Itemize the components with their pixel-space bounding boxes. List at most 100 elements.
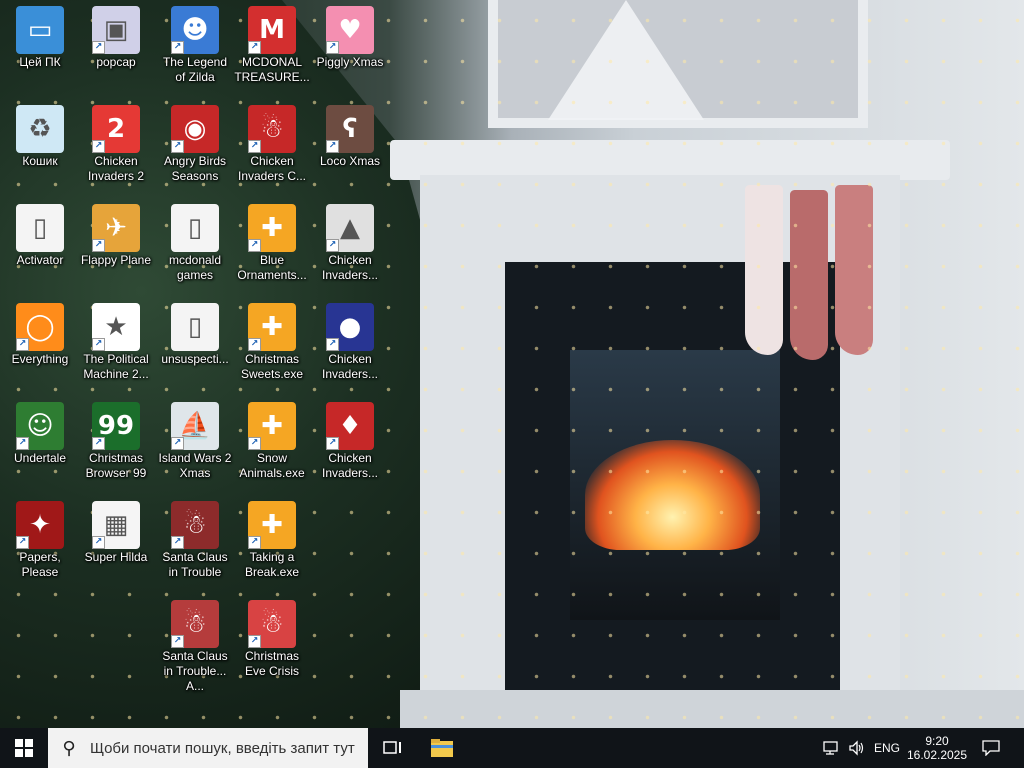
angry-birds-icon: ◉ ↗ — [171, 105, 219, 153]
desktop-icon-label: Flappy Plane — [80, 253, 152, 267]
desktop-icon[interactable]: ★ ↗ The Political Machine 2... — [78, 297, 154, 382]
desktop-icon-label: Blue Ornaments... — [237, 253, 307, 282]
puzzle-exe-icon: ✚ ↗ — [248, 204, 296, 252]
desktop-icon[interactable]: ⛵ ↗ Island Wars 2 Xmas — [157, 396, 233, 481]
file-icon: ▯ — [16, 204, 64, 252]
network-button[interactable] — [820, 728, 842, 768]
shortcut-arrow-icon: ↗ — [171, 536, 184, 549]
desktop-icon[interactable]: ☃ ↗ Santa Claus in Trouble... A... — [157, 594, 233, 694]
desktop-icon[interactable]: ▲ ↗ Chicken Invaders... — [312, 198, 388, 283]
desktop-icon[interactable]: ✦ ↗ Papers, Please — [2, 495, 78, 580]
desktop-icon-label: Santa Claus in Trouble — [162, 550, 228, 579]
desktop-icon[interactable]: ♦ ↗ Chicken Invaders... — [312, 396, 388, 481]
action-center-button[interactable] — [976, 728, 1006, 768]
desktop-icon-label: Santa Claus in Trouble... A... — [162, 649, 228, 693]
puzzle-exe-icon: ✚ ↗ — [248, 501, 296, 549]
clock-time: 9:20 — [925, 734, 949, 748]
desktop-icon[interactable]: 2 ↗ Chicken Invaders 2 — [78, 99, 154, 184]
desktop-icon[interactable]: ✚ ↗ Blue Ornaments... — [234, 198, 310, 283]
desktop-icon[interactable]: ✚ ↗ Snow Animals.exe — [234, 396, 310, 481]
shortcut-arrow-icon: ↗ — [326, 338, 339, 351]
desktop-icon[interactable]: ʕ ↗ Loco Xmas — [312, 99, 388, 169]
popcap-icon: ▣ ↗ — [92, 6, 140, 54]
shortcut-arrow-icon: ↗ — [326, 437, 339, 450]
shortcut-arrow-icon: ↗ — [326, 239, 339, 252]
shortcut-arrow-icon: ↗ — [16, 437, 29, 450]
desktop-icon[interactable]: ☻ ↗ The Legend of Zilda — [157, 0, 233, 85]
folder-icon — [431, 739, 453, 757]
desktop-icon[interactable]: ● ↗ Chicken Invaders... — [312, 297, 388, 382]
chicken-invaders-icon: ♦ ↗ — [326, 402, 374, 450]
desktop-icon[interactable]: ✚ ↗ Taking a Break.exe — [234, 495, 310, 580]
desktop-icon[interactable]: ▯ Activator — [2, 198, 78, 268]
shortcut-arrow-icon: ↗ — [16, 536, 29, 549]
desktop-icon[interactable]: ▯ mcdonald games — [157, 198, 233, 283]
volume-button[interactable] — [845, 728, 869, 768]
desktop-icon[interactable]: ☃ ↗ Santa Claus in Trouble — [157, 495, 233, 580]
taskbar-search-box[interactable]: ⚲ Щоби почати пошук, введіть запит тут — [48, 728, 368, 768]
christmas-tree-icon: 99 ↗ — [92, 402, 140, 450]
zilda-icon: ☻ ↗ — [171, 6, 219, 54]
desktop-icon-label: Chicken Invaders... — [321, 451, 379, 480]
chicken-invaders-icon: ● ↗ — [326, 303, 374, 351]
desktop-icon-label: Undertale — [13, 451, 67, 465]
chicken-invaders-icon: 2 ↗ — [92, 105, 140, 153]
puzzle-exe-icon: ✚ ↗ — [248, 303, 296, 351]
desktop[interactable]: ▭ Цей ПК ♻ Кошик ▯ Activator ◯ ↗ Everything ☺ ↗ Und… — [0, 0, 1024, 728]
papers-please-icon: ✦ ↗ — [16, 501, 64, 549]
desktop-icon[interactable]: ✚ ↗ Christmas Sweets.exe — [234, 297, 310, 382]
clock[interactable]: 9:20 16.02.2025 — [905, 728, 969, 768]
file-icon: ▯ — [171, 303, 219, 351]
desktop-icon[interactable]: ✈ ↗ Flappy Plane — [78, 198, 154, 268]
desktop-icon-label: Angry Birds Seasons — [163, 154, 227, 183]
desktop-icon-label: Snow Animals.exe — [239, 451, 305, 480]
desktop-icon[interactable]: ▭ Цей ПК — [2, 0, 78, 70]
desktop-icon[interactable]: ♥ ↗ Piggly Xmas — [312, 0, 388, 70]
shortcut-arrow-icon: ↗ — [171, 140, 184, 153]
notifications-icon — [982, 740, 1000, 756]
desktop-icon[interactable]: ♻ Кошик — [2, 99, 78, 169]
windows-logo-icon — [15, 739, 33, 757]
desktop-icon[interactable]: ☃ ↗ Chicken Invaders C... — [234, 99, 310, 184]
desktop-icon[interactable]: ▣ ↗ popcap — [78, 0, 154, 70]
shortcut-arrow-icon: ↗ — [248, 437, 261, 450]
shortcut-arrow-icon: ↗ — [92, 338, 105, 351]
piggly-icon: ♥ ↗ — [326, 6, 374, 54]
shortcut-arrow-icon: ↗ — [92, 437, 105, 450]
shortcut-arrow-icon: ↗ — [92, 239, 105, 252]
recycle-bin-icon: ♻ — [16, 105, 64, 153]
desktop-icon-label: mcdonald games — [168, 253, 222, 282]
desktop-icon-label: Activator — [16, 253, 64, 267]
desktop-icon-label: MCDONAL TREASURE... — [234, 55, 310, 84]
desktop-icon[interactable]: ☺ ↗ Undertale — [2, 396, 78, 466]
speaker-icon — [849, 740, 864, 756]
desktop-icon[interactable]: ◉ ↗ Angry Birds Seasons — [157, 99, 233, 184]
desktop-icon-label: Papers, Please — [19, 550, 61, 579]
start-button[interactable] — [0, 728, 48, 768]
desktop-icon-label: Christmas Eve Crisis — [244, 649, 299, 678]
puzzle-exe-icon: ✚ ↗ — [248, 402, 296, 450]
desktop-icon[interactable]: M ↗ MCDONAL TREASURE... — [234, 0, 310, 85]
search-icon: ⚲ — [62, 737, 76, 759]
language-indicator[interactable]: ENG — [872, 728, 902, 768]
shortcut-arrow-icon: ↗ — [248, 239, 261, 252]
file-explorer-button[interactable] — [420, 728, 464, 768]
mcdonalds-icon: M ↗ — [248, 6, 296, 54]
shortcut-arrow-icon: ↗ — [248, 41, 261, 54]
super-hilda-icon: ▦ ↗ — [92, 501, 140, 549]
desktop-icon[interactable]: ☃ ↗ Christmas Eve Crisis — [234, 594, 310, 679]
desktop-icon[interactable]: 99 ↗ Christmas Browser 99 — [78, 396, 154, 481]
task-view-button[interactable] — [372, 728, 414, 768]
computer-icon: ▭ — [16, 6, 64, 54]
desktop-icon-label: Taking a Break.exe — [244, 550, 300, 579]
desktop-icon[interactable]: ◯ ↗ Everything — [2, 297, 78, 367]
shortcut-arrow-icon: ↗ — [248, 338, 261, 351]
desktop-icon[interactable]: ▯ unsuspecti... — [157, 297, 233, 367]
political-machine-icon: ★ ↗ — [92, 303, 140, 351]
desktop-icon[interactable]: ▦ ↗ Super Hilda — [78, 495, 154, 565]
shortcut-arrow-icon: ↗ — [326, 140, 339, 153]
desktop-icon-label: Island Wars 2 Xmas — [158, 451, 232, 480]
santa-icon: ☃ ↗ — [171, 501, 219, 549]
file-icon: ▯ — [171, 204, 219, 252]
network-icon — [823, 741, 838, 755]
